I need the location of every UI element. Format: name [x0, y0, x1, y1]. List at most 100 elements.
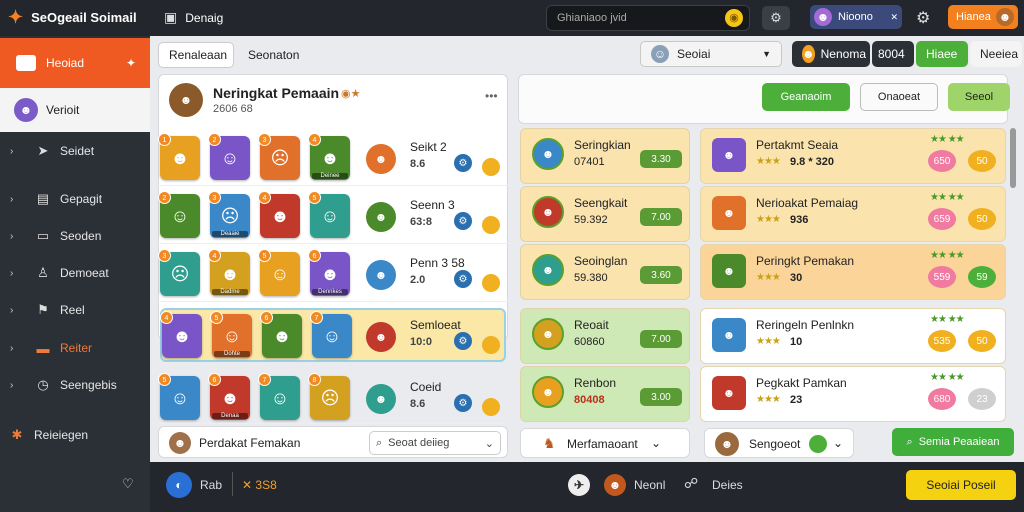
hero-tag: Dohte [214, 351, 250, 357]
status-dot-icon [809, 435, 827, 453]
score-badge[interactable]: 59 [968, 266, 996, 288]
star-rating-icon: ★★ ★★ [930, 314, 965, 325]
value-pill[interactable]: 3.00 [640, 388, 682, 406]
avatar: ☻ [712, 138, 746, 172]
app-icon[interactable]: ◐ [166, 472, 192, 498]
hero-card[interactable]: 3 ☹ [158, 249, 200, 296]
hero-card[interactable]: 3 ☹ Deaaie [208, 191, 250, 238]
sidebar-item-seengebis[interactable]: › ◷ Seengebis [0, 366, 150, 404]
search-input[interactable]: Ghianiaoo jvid ◉ [546, 5, 750, 31]
hero-card[interactable]: 7 ☺ [310, 311, 352, 358]
scrollbar[interactable] [1010, 128, 1016, 188]
clock-icon: ◷ [37, 377, 49, 392]
hero-portrait-icon: ☻ [320, 147, 340, 168]
sidebar-item-gepagit[interactable]: › ▤ Gepagit [0, 180, 150, 218]
avatar: ☻ [814, 8, 832, 26]
hero-card[interactable]: 2 ☺ [208, 133, 250, 180]
footer-search-input[interactable]: ⌕ Seoat deiieg ⌄ [369, 431, 501, 455]
hero-card[interactable]: 6 ☻ [260, 311, 302, 358]
light-green-button[interactable]: Seeol [948, 83, 1010, 111]
hero-card[interactable]: 2 ☺ [158, 191, 200, 238]
score-badge[interactable]: 680 [928, 388, 956, 410]
bottom-left-label: Rab [200, 478, 223, 492]
value-pill[interactable]: 7.00 [640, 208, 682, 226]
gear-icon[interactable]: ⚙ [916, 8, 930, 28]
coin-icon [482, 336, 500, 354]
score-badge[interactable]: 650 [928, 150, 956, 172]
box-icon: ▭ [36, 228, 50, 243]
chevron-down-icon[interactable]: ⌄ [651, 436, 661, 450]
bottom-mid-label[interactable]: Neonl [634, 478, 665, 492]
hero-card[interactable]: 6 ☻ Dennkes [308, 249, 350, 296]
value-pill[interactable]: 3.30 [640, 150, 682, 168]
hero-card[interactable]: 1 ☻ [158, 133, 200, 180]
white-button[interactable]: Onaoeat [860, 83, 938, 111]
score-badge[interactable]: 50 [968, 208, 996, 230]
hero-card[interactable]: 5 ☺ [258, 249, 300, 296]
bottom-mid-label2[interactable]: Deies [712, 478, 743, 492]
level-badge: 1 [158, 133, 171, 146]
hero-card[interactable]: 4 ☻ Dadme [208, 249, 250, 296]
select-dropdown[interactable]: ☺ Seoiai ▼ [640, 41, 782, 67]
match-score: 80408 [574, 394, 605, 406]
hero-card[interactable]: 3 ☹ [258, 133, 300, 180]
sidebar-item-profile[interactable]: ☻ Verioit [0, 88, 150, 132]
chevron-down-icon[interactable]: ⌄ [833, 436, 843, 450]
sidebar-item-demoeat[interactable]: › ♙ Demoeat [0, 254, 150, 292]
player-name: Seikt 2 [410, 140, 447, 154]
score-badge[interactable]: 559 [928, 266, 956, 288]
user-chip[interactable]: ☻ Nenoma [792, 41, 870, 67]
score-badge[interactable]: 50 [968, 330, 996, 352]
coin-icon[interactable]: ◉ [725, 9, 743, 27]
heart-icon[interactable]: ♡ [122, 476, 134, 492]
hero-portrait-icon: ☺ [322, 325, 342, 346]
hero-card[interactable]: 5 ☺ [158, 373, 200, 420]
avatar: ☻ [169, 83, 203, 117]
avatar: ☻ [366, 322, 396, 352]
tab-neeiea[interactable]: Neeiea [970, 41, 1022, 67]
top-bar: ✦ SeOgeail Soimail ▣ Denaig Ghianiaoo jv… [0, 0, 1024, 36]
tab-hiaee[interactable]: Hiaee [916, 41, 968, 67]
app-title: SeOgeail Soimail [31, 9, 137, 25]
score-badge[interactable]: 50 [968, 150, 996, 172]
profile-pill[interactable]: Hianea ☻ [948, 5, 1018, 29]
score-badge[interactable]: 659 [928, 208, 956, 230]
brand[interactable]: ✦ SeOgeail Soimail [8, 8, 137, 26]
sidebar-item-home[interactable]: Heoiad ✦ [0, 38, 150, 88]
green-button[interactable]: Geanaoim [762, 83, 850, 111]
user-pill[interactable]: ☻ Nioono ✕ [810, 5, 902, 29]
settings-button[interactable]: ⚙ [762, 6, 790, 30]
sidebar-item-reieiegen[interactable]: ✱ Reieiegen [0, 416, 150, 454]
more-icon[interactable]: ••• [485, 89, 498, 103]
hero-card[interactable]: 5 ☺ [308, 191, 350, 238]
nav-link[interactable]: ▣ Denaig [164, 9, 223, 26]
yellow-action-button[interactable]: Seoiai Poseil [906, 470, 1016, 500]
people-icon: ☍ [684, 475, 699, 491]
sidebar-item-reel[interactable]: › ⚑ Reel [0, 291, 150, 329]
hero-card[interactable]: 4 ☻ [258, 191, 300, 238]
tab-seonaton[interactable]: Seonaton [238, 42, 318, 68]
compass-icon[interactable]: ✈ [568, 474, 590, 496]
sidebar-item-seoden[interactable]: › ▭ Seoden [0, 217, 150, 255]
hero-card[interactable]: 8 ☹ [308, 373, 350, 420]
hero-card[interactable]: 5 ☺ Dohte [210, 311, 252, 358]
value-pill[interactable]: 7.00 [640, 330, 682, 348]
hero-card[interactable]: 4 ☻ [160, 311, 202, 358]
hero-card[interactable]: 7 ☺ [258, 373, 300, 420]
avatar: ☻ [366, 144, 396, 174]
score-badge[interactable]: 535 [928, 330, 956, 352]
close-icon[interactable]: ✕ [890, 12, 898, 23]
avatar: ☻ [802, 45, 815, 63]
level-badge: 5 [258, 249, 271, 262]
level-badge: 4 [258, 191, 271, 204]
tab-renaleaan[interactable]: Renaleaan [158, 42, 234, 68]
sidebar-item-seidet[interactable]: › ➤ Seidet [0, 132, 150, 170]
hero-card[interactable]: 4 ☻ Deinee [308, 133, 350, 180]
sidebar-item-reiter[interactable]: › ▬ Reiter [0, 329, 150, 367]
hero-card[interactable]: 6 ☻ Denaa [208, 373, 250, 420]
score-badge[interactable]: 23 [968, 388, 996, 410]
star-rating-icon: ★★ ★★ [930, 372, 965, 383]
value-pill[interactable]: 3.60 [640, 266, 682, 284]
sidebar: Heoiad ✦ ☻ Verioit › ➤ Seidet › ▤ Gepagit › ▭… [0, 36, 150, 512]
semia-button[interactable]: ⌕ Semia Peaaiean [892, 428, 1014, 456]
